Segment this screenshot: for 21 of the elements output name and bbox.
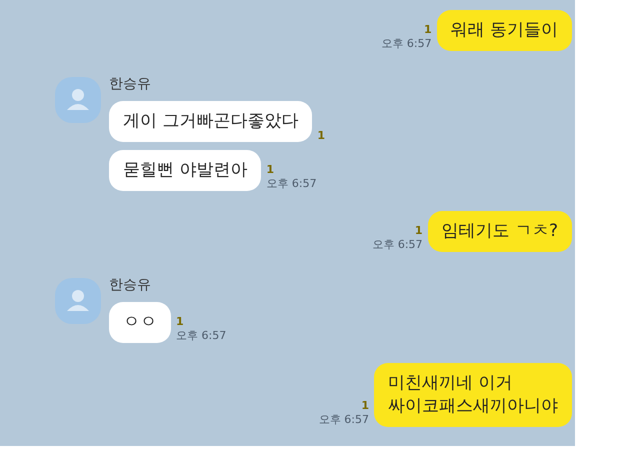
avatar-icon[interactable]	[55, 76, 101, 123]
message-time: 오후 6:57	[318, 412, 369, 427]
message-bubble: ㅇㅇ	[109, 302, 171, 343]
unread-count: 1	[176, 314, 184, 328]
message-time: 오후 6:57	[176, 328, 226, 343]
unread-count: 1	[414, 224, 423, 237]
sender-name: 한승유	[109, 74, 151, 93]
message-bubble: 묻힐뻔 야발련아	[109, 150, 262, 191]
message-time: 오후 6:57	[381, 36, 432, 51]
sender-name: 한승유	[109, 276, 151, 294]
unread-count: 1	[317, 128, 326, 142]
message-time: 오후 6:57	[266, 176, 317, 191]
unread-count: 1	[361, 398, 369, 412]
unread-count: 1	[424, 22, 432, 36]
message-bubble: 임테기도 ㄱㅊ?	[428, 210, 572, 252]
message-bubble: 게이 그거빠곤다좋았다	[109, 100, 312, 142]
message-bubble: 미친새끼네 이거 싸이코패스새끼아니야	[374, 362, 572, 427]
message-bubble: 워래 동기들이	[436, 10, 572, 51]
avatar-icon[interactable]	[55, 278, 101, 324]
message-time: 오후 6:57	[372, 236, 423, 252]
unread-count: 1	[266, 162, 274, 176]
